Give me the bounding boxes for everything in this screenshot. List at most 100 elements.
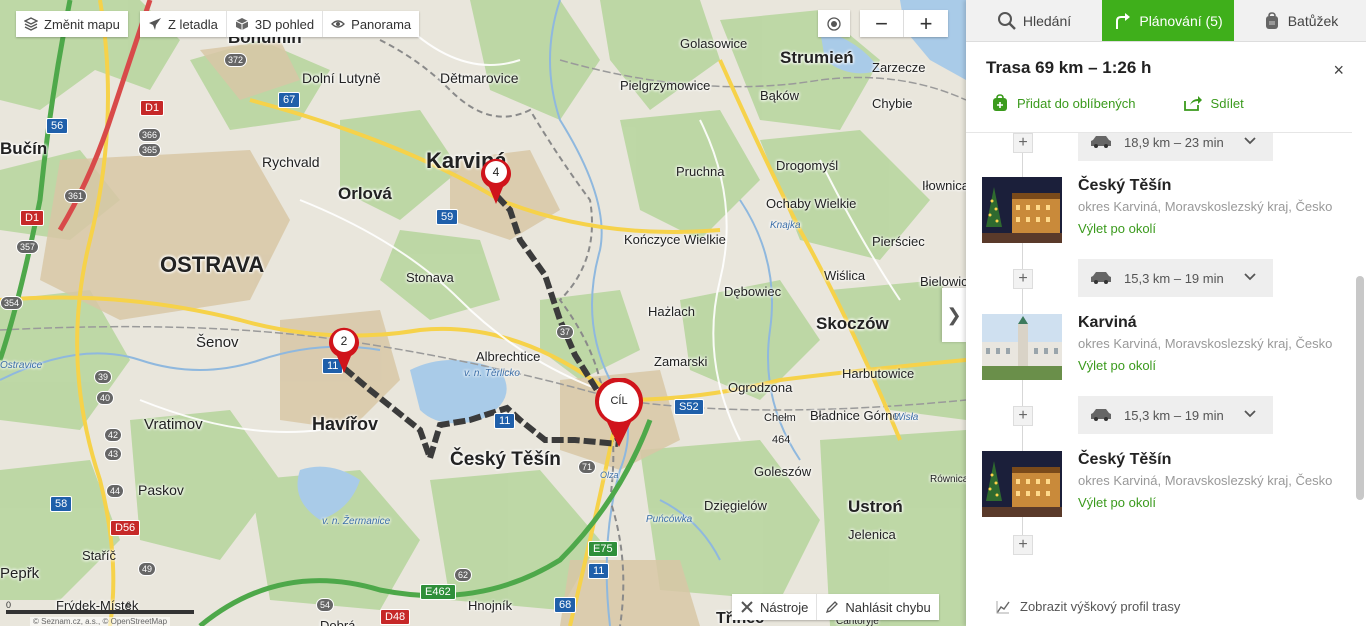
report-error-button[interactable]: Nahlásit chybu — [817, 594, 938, 620]
pin-label: CÍL — [610, 395, 628, 407]
road-shield: 366 — [138, 128, 162, 142]
close-icon[interactable]: × — [1333, 60, 1344, 81]
stop-thumbnail — [982, 177, 1062, 243]
stop-name: Karviná — [1078, 314, 1137, 331]
road-shield: 56 — [46, 118, 69, 134]
road-shield: D1 — [140, 100, 165, 116]
road-shield: 361 — [64, 189, 88, 203]
add-waypoint-button[interactable]: + — [1013, 269, 1033, 289]
car-icon — [1090, 407, 1112, 424]
chevron-down-icon — [1243, 133, 1257, 150]
road-shield: 59 — [436, 209, 459, 225]
road-shield: 40 — [96, 391, 115, 405]
road-shield: 11 — [588, 563, 610, 579]
locate-button[interactable] — [818, 10, 850, 37]
place-label: Iłownica — [922, 178, 966, 193]
place-label: Harbutowice — [842, 366, 915, 381]
route-pin-2[interactable]: 2 — [329, 326, 359, 374]
place-label: Pielgrzymowice — [620, 78, 711, 93]
elevation-profile-button[interactable]: Zobrazit výškový profil trasy — [996, 599, 1180, 614]
change-map-label: Změnit mapu — [44, 16, 120, 32]
from-plane-label: Z letadla — [168, 16, 218, 32]
segment-text: 18,9 km – 23 min — [1124, 134, 1224, 150]
pin-label: 2 — [340, 334, 348, 348]
map-canvas[interactable]: Bohumín Dolní Lutyně Dětmarovice Rychvald Or… — [0, 0, 966, 626]
road-shield: 68 — [554, 597, 577, 613]
tab-backpack[interactable]: Batůžek — [1234, 0, 1366, 41]
route-pin-destination[interactable]: CÍL — [594, 378, 644, 448]
collapse-panel-button[interactable]: ❯ — [942, 288, 966, 342]
place-label: Skoczów — [816, 314, 889, 333]
place-label: Zamarski — [654, 354, 708, 369]
scale-left: 0 — [6, 600, 12, 610]
trip-around-link[interactable]: Výlet po okolí — [1078, 358, 1156, 373]
panorama-label: Panorama — [351, 16, 412, 32]
pencil-icon — [825, 600, 839, 614]
place-label: Bielowicko — [920, 274, 966, 289]
segment-row[interactable]: 15,3 km – 19 min — [1078, 396, 1273, 434]
place-label: Paskov — [138, 482, 184, 498]
view-3d-button[interactable]: 3D pohled — [227, 11, 324, 37]
place-label: Chybie — [872, 96, 913, 111]
panel-scrollbar[interactable] — [1356, 276, 1364, 500]
scale-mid: 6 — [126, 600, 132, 610]
road-shield: 71 — [578, 460, 597, 474]
view-3d-label: 3D pohled — [254, 16, 315, 32]
road-shield: 54 — [316, 598, 335, 612]
place-label: Drogomyśl — [776, 158, 839, 173]
layers-icon — [23, 17, 39, 31]
place-label: Hnojník — [468, 598, 513, 613]
panorama-button[interactable]: Panorama — [323, 11, 419, 37]
road-shield: 354 — [0, 296, 24, 310]
map-attribution: © Seznam.cz, a.s., © OpenStreetMap — [30, 617, 171, 626]
road-shield: E75 — [588, 541, 618, 557]
place-label: Pepřk — [0, 565, 40, 582]
from-plane-button[interactable]: Z letadla — [140, 11, 227, 37]
road-shield: 39 — [94, 370, 113, 384]
tools-icon — [740, 600, 754, 614]
change-map-button[interactable]: Změnit mapu — [16, 11, 128, 37]
segment-row[interactable]: 18,9 km – 23 min — [1078, 133, 1273, 161]
zoom-in-button[interactable]: + — [904, 10, 948, 37]
trip-around-link[interactable]: Výlet po okolí — [1078, 495, 1156, 510]
place-label: Strumień — [780, 48, 854, 67]
route-stop[interactable]: Český Těšín okres Karviná, Moravskoslezs… — [982, 177, 1342, 243]
route-stop[interactable]: Karviná okres Karviná, Moravskoslezský k… — [982, 314, 1342, 380]
place-label: Hażlach — [648, 304, 695, 319]
place-label: Ochaby Wielkie — [766, 196, 857, 211]
route-pin-4[interactable]: 4 — [481, 157, 511, 205]
road-shield: 67 — [278, 92, 301, 108]
place-label: v. n. Těrlicko — [464, 368, 520, 379]
add-waypoint-button[interactable]: + — [1013, 406, 1033, 426]
segment-row[interactable]: 15,3 km – 19 min — [1078, 259, 1273, 297]
plane-icon — [148, 17, 162, 31]
place-label: Rychvald — [262, 154, 320, 170]
add-favorite-button[interactable]: Přidat do oblíbených — [992, 94, 1136, 112]
bottom-tools: Nástroje Nahlásit chybu — [732, 594, 939, 620]
tools-button[interactable]: Nástroje — [732, 594, 818, 620]
place-label: Wiślica — [824, 268, 866, 283]
tab-planning[interactable]: Plánování (5) — [1102, 0, 1234, 41]
add-waypoint-button[interactable]: + — [1013, 535, 1033, 555]
change-map-group: Změnit mapu — [16, 11, 128, 37]
place-label: Bučín — [0, 139, 48, 158]
stop-thumbnail — [982, 451, 1062, 517]
place-label: Vratimov — [144, 416, 203, 433]
tab-backpack-label: Batůžek — [1287, 12, 1339, 29]
stop-thumbnail — [982, 314, 1062, 380]
road-shield: E462 — [420, 584, 456, 600]
place-label: Havířov — [312, 414, 379, 434]
place-label: OSTRAVA — [160, 252, 265, 277]
place-label: Równica — [930, 474, 966, 485]
road-shield: 357 — [16, 240, 40, 254]
tab-search[interactable]: Hledání — [966, 0, 1102, 41]
add-waypoint-button[interactable]: + — [1013, 133, 1033, 153]
route-stop[interactable]: Český Těšín okres Karviná, Moravskoslezs… — [982, 451, 1342, 517]
trip-around-link[interactable]: Výlet po okolí — [1078, 221, 1156, 236]
place-label: Pierściec — [872, 234, 925, 249]
share-button[interactable]: Sdílet — [1183, 94, 1244, 112]
road-shield: 44 — [106, 484, 125, 498]
zoom-out-button[interactable]: − — [860, 10, 904, 37]
road-shield: 372 — [224, 53, 248, 67]
stop-region: okres Karviná, Moravskoslezský kraj, Čes… — [1078, 336, 1333, 351]
